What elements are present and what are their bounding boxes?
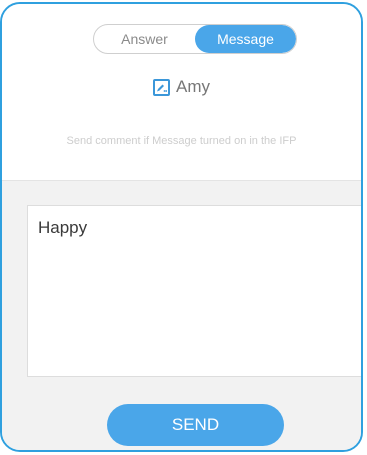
edit-icon xyxy=(153,78,170,96)
hint-text: Send comment if Message turned on in the… xyxy=(66,135,297,147)
compose-section: Happy SEND xyxy=(2,180,361,450)
user-name: Amy xyxy=(176,77,210,96)
tab-answer[interactable]: Answer xyxy=(94,25,195,53)
user-row: Amy xyxy=(2,77,361,97)
tab-toggle: Answer Message xyxy=(93,24,297,54)
tab-message[interactable]: Message xyxy=(195,25,296,53)
header-section: Answer Message Amy Send comment if Messa… xyxy=(2,4,361,180)
send-button[interactable]: SEND xyxy=(107,404,284,446)
message-input[interactable]: Happy xyxy=(27,205,361,377)
message-panel: Answer Message Amy Send comment if Messa… xyxy=(0,2,363,452)
